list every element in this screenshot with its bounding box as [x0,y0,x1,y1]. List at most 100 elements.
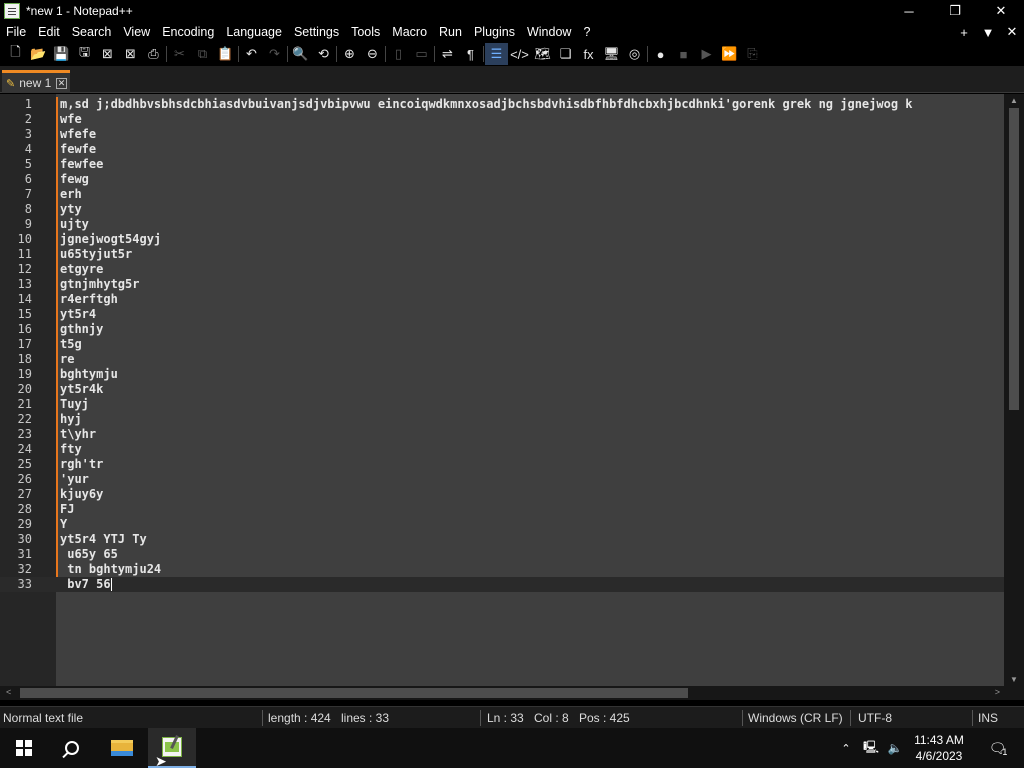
line-text[interactable]: bv7 56 [60,577,112,592]
document-map-button[interactable]: 🗺 [531,43,554,65]
editor-line[interactable]: 10 jgnejwogt54gyj [0,232,1004,247]
xml-tag-button[interactable]: </> [508,43,531,65]
vertical-scrollbar[interactable]: ▲ ▼ [1004,94,1024,686]
line-text[interactable]: re [60,352,74,367]
stop-record-button[interactable]: ■ [672,43,695,65]
save-macro-button[interactable]: ⎘ [741,43,764,65]
line-text[interactable]: u65tyjut5r [60,247,132,262]
sync-horizontal-button[interactable]: ▭ [410,43,433,65]
document-list-button[interactable]: ❏ [554,43,577,65]
text-editor[interactable]: 1 m,sd j;dbdhbvsbhsdcbhiasdvbuivanjsdjvbi… [0,94,1004,686]
editor-line[interactable]: 24 fty [0,442,1004,457]
menu-help[interactable]: ? [577,22,596,42]
horizontal-scroll-thumb[interactable] [20,688,688,698]
minimize-button[interactable]: ─ [886,0,932,22]
zoom-in-button[interactable]: ⊕ [338,43,361,65]
sync-vertical-button[interactable]: ▯ [387,43,410,65]
menu-search[interactable]: Search [66,22,118,42]
menu-view[interactable]: View [117,22,156,42]
editor-line[interactable]: 1 m,sd j;dbdhbvsbhsdcbhiasdvbuivanjsdjvbi… [0,97,1004,112]
line-text[interactable]: fty [60,442,82,457]
playback-macro-button[interactable]: ▶ [695,43,718,65]
scroll-left-icon[interactable]: < [6,687,11,697]
menu-file[interactable]: File [0,22,32,42]
redo-button[interactable]: ↷ [263,43,286,65]
editor-line[interactable]: 22 hyj [0,412,1004,427]
open-file-button[interactable]: 📂 [27,43,50,65]
editor-line[interactable]: 16 gthnjy [0,322,1004,337]
editor-line[interactable]: 17 t5g [0,337,1004,352]
line-text[interactable]: m,sd j;dbdhbvsbhsdcbhiasdvbuivanjsdjvbip… [60,97,913,112]
editor-line[interactable]: 2 wfe [0,112,1004,127]
editor-line[interactable]: 23 t\yhr [0,427,1004,442]
tab-list-dropdown[interactable]: ▼ [976,25,1000,40]
undo-button[interactable]: ↶ [240,43,263,65]
line-text[interactable]: u65y 65 [60,547,118,562]
editor-lines[interactable]: 1 m,sd j;dbdhbvsbhsdcbhiasdvbuivanjsdjvbi… [0,97,1004,592]
folder-workspace-button[interactable]: 🖥 [600,43,623,65]
function-list-button[interactable]: fx [577,43,600,65]
menu-settings[interactable]: Settings [288,22,345,42]
print-button[interactable]: ⎙ [142,43,165,65]
record-macro-button[interactable]: ● [649,43,672,65]
editor-line[interactable]: 4 fewfe [0,142,1004,157]
editor-line[interactable]: 3 wfefe [0,127,1004,142]
menu-encoding[interactable]: Encoding [156,22,220,42]
paste-button[interactable]: 📋 [214,43,237,65]
editor-line[interactable]: 7 erh [0,187,1004,202]
network-icon[interactable]: 🖳 [860,728,882,768]
menu-plugins[interactable]: Plugins [468,22,521,42]
line-text[interactable]: Tuyj [60,397,89,412]
tray-overflow-icon[interactable]: ⌃ [836,728,856,768]
editor-line[interactable]: 14 r4erftgh [0,292,1004,307]
vertical-scroll-thumb[interactable] [1009,108,1019,410]
find-button[interactable]: 🔍 [289,43,312,65]
line-text[interactable]: bghtymju [60,367,118,382]
editor-line[interactable]: 15 yt5r4 [0,307,1004,322]
editor-line[interactable]: 29 Y [0,517,1004,532]
line-text[interactable]: gthnjy [60,322,103,337]
editor-line[interactable]: 28 FJ [0,502,1004,517]
scroll-right-icon[interactable]: > [995,687,1000,697]
line-text[interactable]: yt5r4 [60,307,96,322]
line-text[interactable]: erh [60,187,82,202]
start-button[interactable] [0,728,48,768]
menu-window[interactable]: Window [521,22,577,42]
close-button[interactable]: ⊠ [96,43,119,65]
show-all-chars-button[interactable]: ¶ [459,43,482,65]
close-tab-button[interactable]: ✕ [1000,24,1024,40]
zoom-out-button[interactable]: ⊖ [361,43,384,65]
file-explorer-button[interactable] [98,728,146,768]
editor-line[interactable]: 12 etgyre [0,262,1004,277]
editor-line[interactable]: 18 re [0,352,1004,367]
horizontal-scrollbar[interactable]: < > [0,686,1004,700]
line-text[interactable]: yt5r4 YTJ Ty [60,532,147,547]
editor-line[interactable]: 30 yt5r4 YTJ Ty [0,532,1004,547]
line-text[interactable]: wfe [60,112,82,127]
editor-line[interactable]: 27 kjuy6y [0,487,1004,502]
line-text[interactable]: 'yur [60,472,89,487]
indent-guide-button[interactable]: ☰ [485,43,508,65]
line-text[interactable]: gtnjmhytg5r [60,277,139,292]
menu-edit[interactable]: Edit [32,22,66,42]
editor-line[interactable]: 26 'yur [0,472,1004,487]
editor-line[interactable]: 11 u65tyjut5r [0,247,1004,262]
editor-line[interactable]: 6 fewg [0,172,1004,187]
menu-run[interactable]: Run [433,22,468,42]
line-text[interactable]: rgh'tr [60,457,103,472]
editor-line[interactable]: 33 bv7 56 [0,577,1004,592]
word-wrap-button[interactable]: ⇌ [436,43,459,65]
restore-button[interactable]: ❐ [932,0,978,22]
editor-line[interactable]: 20 yt5r4k [0,382,1004,397]
line-text[interactable]: jgnejwogt54gyj [60,232,161,247]
line-text[interactable]: hyj [60,412,82,427]
line-text[interactable]: t5g [60,337,82,352]
save-all-button[interactable]: 🖫 [73,43,96,65]
taskbar-search-button[interactable] [48,728,96,768]
clock[interactable]: 11:43 AM 4/6/2023 [908,728,970,768]
save-button[interactable]: 💾 [50,43,73,65]
line-text[interactable]: yty [60,202,82,217]
replace-button[interactable]: ⟲ [312,43,335,65]
tab-new-1[interactable]: ✎ new 1 ✕ [2,70,70,93]
editor-line[interactable]: 32 tn bghtymju24 [0,562,1004,577]
